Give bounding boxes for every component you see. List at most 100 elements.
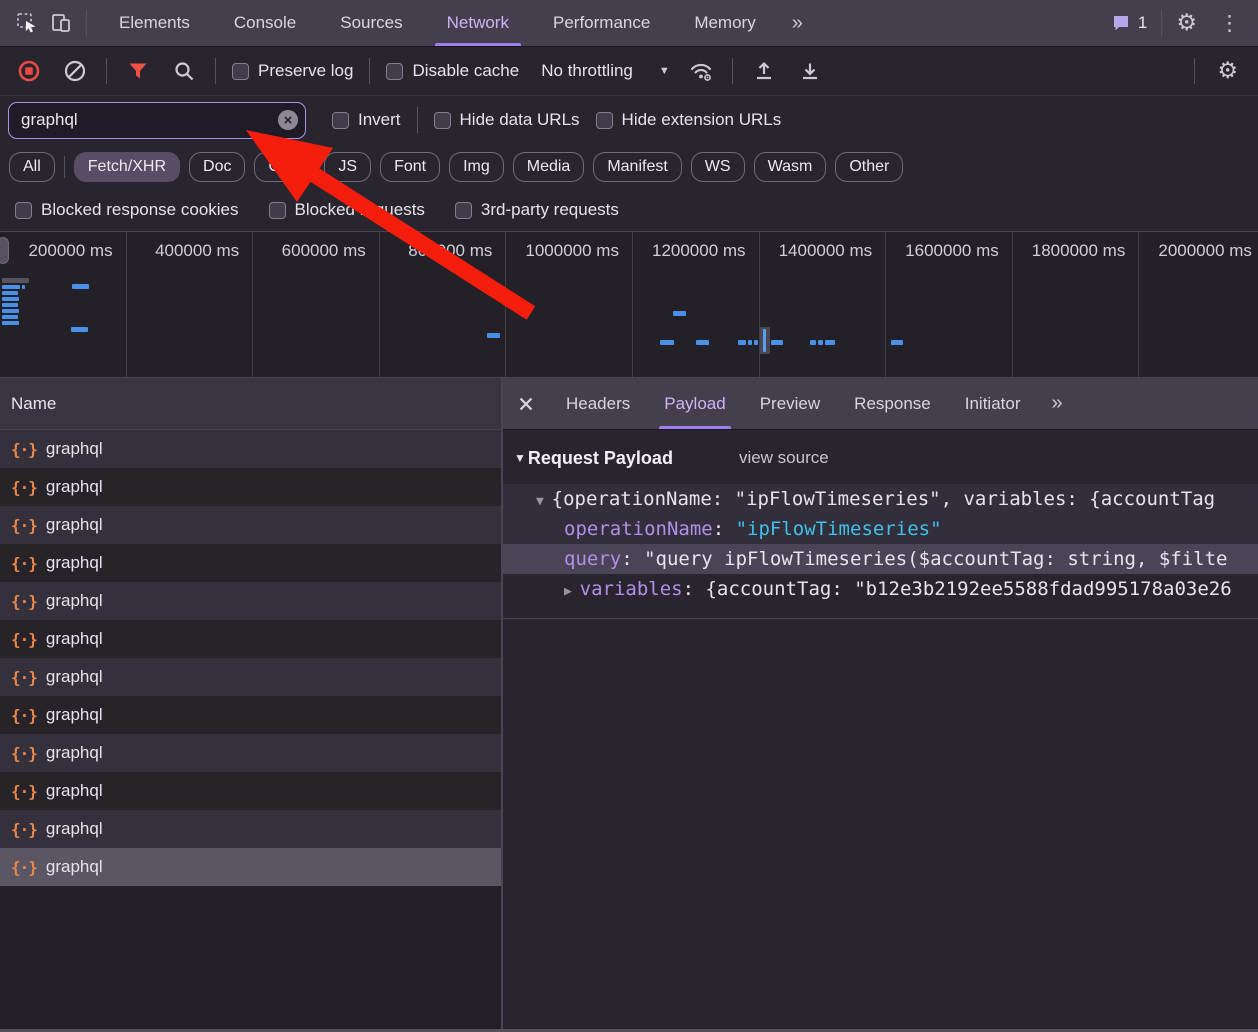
export-har-icon[interactable] [795,56,825,86]
close-detail-icon[interactable] [503,378,549,429]
3rd-party-requests-box[interactable] [455,202,472,219]
request-timing-bar [487,333,500,338]
clear-filter-icon[interactable]: × [278,110,298,130]
hide-extension-urls-box[interactable] [596,112,613,129]
filter-chip-js[interactable]: JS [324,152,371,182]
filter-chip-manifest[interactable]: Manifest [593,152,681,182]
settings-gear-icon[interactable]: ⚙ [1176,12,1197,35]
filter-chip-css[interactable]: CSS [254,152,315,182]
request-name: graphql [46,553,103,573]
hide-data-urls-checkbox[interactable]: Hide data URLs [434,110,580,130]
timeline-request-bars [0,232,1258,377]
json-braces-icon: {·} [11,478,37,497]
filter-chip-doc[interactable]: Doc [189,152,245,182]
payload-tree-row[interactable]: ▼ {operationName: "ipFlowTimeseries", va… [503,484,1258,514]
request-name: graphql [46,705,103,725]
request-payload-section[interactable]: ▼ Request Payload view source [503,442,1258,474]
inspect-element-icon[interactable] [10,6,44,40]
json-braces-icon: {·} [11,782,37,801]
filter-toggle-icon[interactable] [123,56,153,86]
payload-text: {operationName: "ipFlowTimeseries", vari… [552,488,1215,510]
network-conditions-icon[interactable] [686,56,716,86]
detail-tab-payload[interactable]: Payload [647,378,742,429]
filter-chip-fetch-xhr[interactable]: Fetch/XHR [74,152,180,182]
tab-performance[interactable]: Performance [531,0,672,46]
request-row[interactable]: {·} graphql [0,620,501,658]
detail-tab-preview[interactable]: Preview [743,378,837,429]
blocked-requests-box[interactable] [269,202,286,219]
name-column-header[interactable]: Name [0,378,501,430]
hide-extension-urls-checkbox[interactable]: Hide extension URLs [596,110,782,130]
record-network-log-button[interactable] [14,56,44,86]
filter-chip-img[interactable]: Img [449,152,504,182]
filter-chip-font[interactable]: Font [380,152,440,182]
request-name: graphql [46,629,103,649]
tab-network[interactable]: Network [425,0,531,46]
toolbar-separator-1 [106,58,107,84]
payload-tree-row[interactable]: ▶ variables: {accountTag: "b12e3b2192ee5… [503,574,1258,604]
hide-data-urls-box[interactable] [434,112,451,129]
filter-chip-all[interactable]: All [9,152,55,182]
tab-sources[interactable]: Sources [318,0,424,46]
preserve-log-checkbox[interactable]: Preserve log [232,61,353,81]
request-row[interactable]: {·}graphql [0,582,501,620]
section-collapse-icon[interactable]: ▼ [514,451,526,465]
request-timing-bar [2,297,19,301]
throttling-select[interactable]: No throttling ▼ [535,61,670,81]
request-row[interactable]: {·}graphql [0,772,501,810]
request-row[interactable]: {·}graphql [0,430,501,468]
timeline-scroll-handle[interactable] [0,237,9,264]
request-row[interactable]: {·}graphql [0,468,501,506]
filter-input[interactable] [8,102,306,139]
3rd-party-requests-checkbox[interactable]: 3rd-party requests [455,200,619,220]
filter-chip-wasm[interactable]: Wasm [754,152,827,182]
tab-elements[interactable]: Elements [97,0,212,46]
more-tabs-icon[interactable]: » [778,12,815,35]
request-name: graphql [46,667,103,687]
clear-network-log-button[interactable] [60,56,90,86]
more-options-menu-icon[interactable]: ⋮ [1211,11,1248,35]
request-row[interactable]: {·}graphql [0,734,501,772]
request-row[interactable]: {·}graphql [0,848,501,886]
tab-console[interactable]: Console [212,0,318,46]
detail-tab-initiator[interactable]: Initiator [948,378,1038,429]
payload-tree-row[interactable]: query: "query ipFlowTimeseries($accountT… [503,544,1258,574]
search-icon[interactable] [169,56,199,86]
request-option-checkboxes: Blocked response cookies Blocked requests… [0,189,1258,232]
blocked-response-cookies-box[interactable] [15,202,32,219]
tree-toggle-icon[interactable]: ▼ [536,494,552,509]
detail-tab-headers[interactable]: Headers [549,378,647,429]
disable-cache-checkbox[interactable]: Disable cache [386,61,519,81]
tree-toggle-icon[interactable]: ▶ [564,584,580,599]
network-settings-gear-icon[interactable]: ⚙ [1211,60,1244,83]
tab-memory[interactable]: Memory [672,0,777,46]
payload-pane: ▼ Request Payload view source ▼ {operati… [503,430,1258,619]
payload-tree-row[interactable]: operationName: "ipFlowTimeseries" [503,514,1258,544]
disable-cache-box[interactable] [386,63,403,80]
invert-checkbox[interactable]: Invert [332,110,401,130]
request-row[interactable]: {·}graphql [0,810,501,848]
request-timing-bar [2,309,19,313]
filter-chip-other[interactable]: Other [835,152,903,182]
view-source-link[interactable]: view source [739,448,829,468]
filter-chip-media[interactable]: Media [513,152,585,182]
blocked-response-cookies-label: Blocked response cookies [41,200,239,220]
request-row[interactable]: {·}graphql [0,506,501,544]
request-row[interactable]: {·}graphql [0,696,501,734]
throttling-value: No throttling [541,61,633,81]
json-braces-icon: {·} [11,630,37,649]
device-toolbar-icon[interactable] [44,6,78,40]
more-detail-tabs-icon[interactable]: » [1037,392,1074,415]
import-har-icon[interactable] [749,56,779,86]
request-row[interactable]: {·}graphql [0,544,501,582]
console-messages-indicator[interactable]: 1 [1111,13,1147,33]
network-overview-timeline[interactable]: 200000 ms400000 ms600000 ms800000 ms1000… [0,232,1258,378]
request-timing-bar [673,311,686,316]
blocked-response-cookies-checkbox[interactable]: Blocked response cookies [15,200,239,220]
invert-box[interactable] [332,112,349,129]
preserve-log-box[interactable] [232,63,249,80]
filter-chip-ws[interactable]: WS [691,152,745,182]
request-row[interactable]: {·}graphql [0,658,501,696]
detail-tab-response[interactable]: Response [837,378,948,429]
blocked-requests-checkbox[interactable]: Blocked requests [269,200,425,220]
